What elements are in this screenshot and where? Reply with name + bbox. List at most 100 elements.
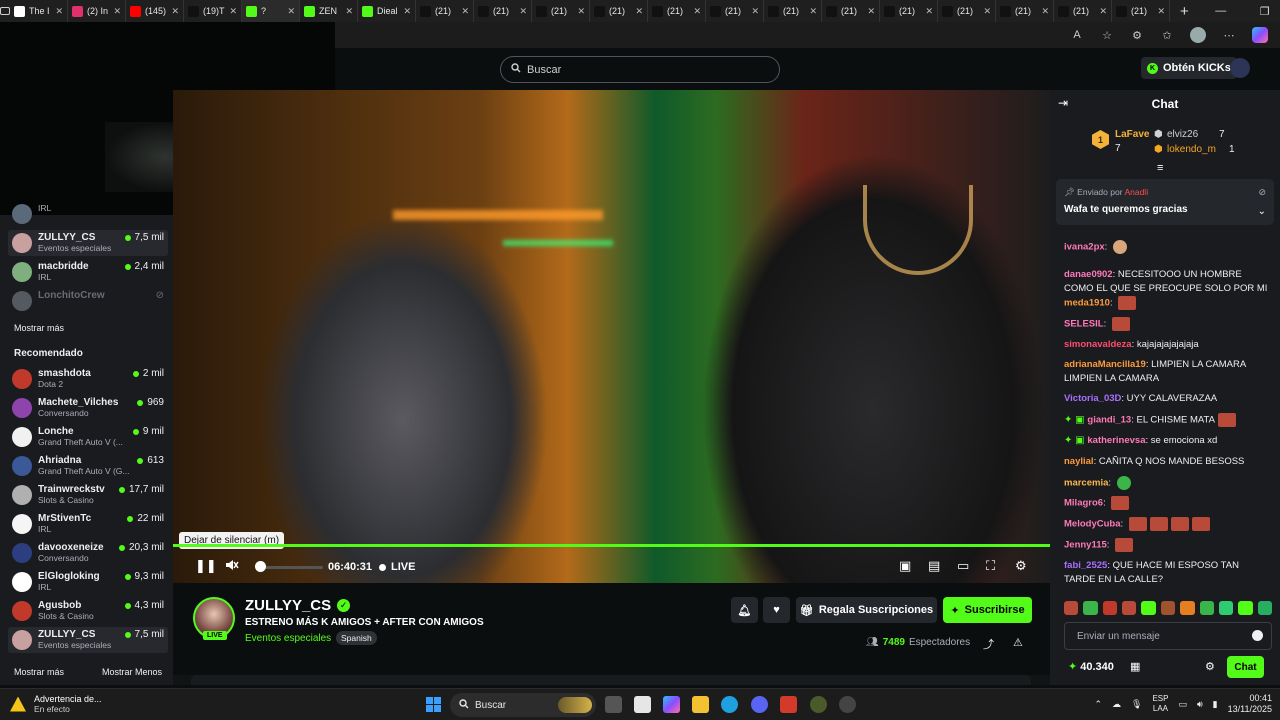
profile-icon[interactable] [1190,27,1206,43]
chat-username[interactable]: naylial [1064,456,1094,467]
browser-tab[interactable]: (21) ✕ [938,0,996,22]
chevron-down-icon[interactable]: ⌄ [1258,206,1266,217]
close-tab-icon[interactable]: ✕ [693,6,701,17]
fullscreen-icon[interactable]: ⛶ [986,558,995,574]
pinned-message[interactable]: 📌︎ Enviado por Anadli ⊘ Wafa te queremos… [1056,179,1274,225]
copilot-app-icon[interactable] [663,696,680,713]
emote-icon[interactable] [1257,601,1272,615]
muted-volume-icon[interactable] [225,558,239,575]
browser-tab[interactable]: (21) ✕ [996,0,1054,22]
sidebar-channel-item[interactable]: MrStivenTc IRL 22 mil [8,511,168,537]
file-explorer-icon[interactable] [692,696,709,713]
emote-icon[interactable] [1160,601,1176,615]
subscribe-button[interactable]: ✦ Suscribirse [943,597,1032,623]
minimize-icon[interactable]: — [1199,5,1243,18]
sidebar-channel-item[interactable]: ElGlogloking IRL 9,3 mil [8,569,168,595]
close-tab-icon[interactable]: ✕ [1157,6,1165,17]
browser-tab[interactable]: (21) ✕ [880,0,938,22]
chat-username[interactable]: marcemia [1064,478,1108,489]
app-icon[interactable] [780,696,797,713]
browser-tab[interactable]: (21) ✕ [474,0,532,22]
emote-icon[interactable] [1122,601,1137,615]
maximize-icon[interactable]: ❐ [1243,5,1280,18]
search-input[interactable]: Buscar [500,56,780,83]
sidebar-channel-item[interactable]: Agusbob Slots & Casino 4,3 mil [8,598,168,624]
edge-browser-icon[interactable] [721,696,738,713]
close-tab-icon[interactable]: ✕ [461,6,469,17]
browser-tab[interactable]: The I ✕ [10,0,68,22]
close-tab-icon[interactable]: ✕ [287,6,295,17]
sidebar-channel-item[interactable]: ZULLYY_CS Eventos especiales 7,5 mil [8,230,168,256]
close-tab-icon[interactable]: ✕ [1041,6,1049,17]
settings-gear-icon[interactable]: ⚙ [1015,558,1027,574]
new-tab-button[interactable]: + [1170,3,1199,20]
browser-tab[interactable]: (21) ✕ [1112,0,1170,22]
sidebar-channel-item[interactable]: davooxeneize Conversando 20,3 mil [8,540,168,566]
emote-icon[interactable] [1180,601,1195,615]
video-player[interactable]: Dejar de silenciar (m) ❚❚ 06:40:31 LIVE … [173,90,1050,583]
emote-icon[interactable] [1083,601,1098,615]
cloud-icon[interactable]: ☁ [1112,699,1121,710]
copilot-icon[interactable] [1252,27,1268,43]
chat-username[interactable]: Milagro6 [1064,498,1103,509]
close-tab-icon[interactable]: ✕ [229,6,237,17]
browser-tab[interactable]: Dieal ✕ [358,0,416,22]
close-tab-icon[interactable]: ✕ [809,6,817,17]
emoji-picker-icon[interactable] [1252,630,1263,641]
chat-username[interactable]: simonavaldeza [1064,339,1132,350]
store-app-icon[interactable] [634,696,651,713]
chat-username[interactable]: adrianaMancilla19 [1064,359,1146,370]
browser-tab[interactable]: (21) ✕ [590,0,648,22]
emote-icon[interactable] [1064,601,1079,615]
close-tab-icon[interactable]: ✕ [983,6,991,17]
expand-leaderboard-icon[interactable]: ≡ [1157,162,1163,174]
sidebar-channel-item[interactable]: LonchitoCrew ⊘ [8,288,168,314]
chat-send-button[interactable]: Chat [1227,656,1264,678]
browser-tab[interactable]: (21) ✕ [764,0,822,22]
emote-icon[interactable] [1199,601,1214,615]
language-tag[interactable]: Spanish [336,631,377,645]
sidebar-channel-item[interactable]: smashdota Dota 2 2 mil [8,366,168,392]
close-tab-icon[interactable]: ✕ [403,6,411,17]
tab-actions-icon[interactable] [0,0,10,22]
browser-tab[interactable]: (21) ✕ [648,0,706,22]
report-warning-icon[interactable]: ⚠ [1013,636,1023,649]
chat-username[interactable]: MelodyCuba [1064,519,1120,530]
discord-icon[interactable] [751,696,768,713]
browser-tab[interactable]: (21) ✕ [706,0,764,22]
browser-tab[interactable]: (2) In ✕ [68,0,126,22]
sidebar-channel-item[interactable]: Machete_Vilches Conversando 969 [8,395,168,421]
task-view-icon[interactable] [605,696,622,713]
emote-icon[interactable] [1238,601,1253,615]
battery-icon[interactable]: ▮ [1213,699,1218,710]
browser-tab[interactable]: (21) ✕ [532,0,590,22]
share-icon[interactable]: ⤴ [983,636,994,652]
network-icon[interactable]: ▭ [1178,699,1187,710]
unpin-icon[interactable]: ⊘ [1258,187,1266,198]
chat-username[interactable]: katherinevsa [1087,435,1145,446]
store-icon[interactable]: ▦ [1130,660,1140,673]
leaderboard-user[interactable]: LaFave [1115,129,1149,140]
sidebar-channel-item[interactable]: macbridde IRL 2,4 mil [8,259,168,285]
clip-icon[interactable]: ▤ [928,558,940,574]
leaderboard-user[interactable]: lokendo_m [1167,144,1216,155]
read-aloud-icon[interactable]: A [1070,29,1084,41]
close-tab-icon[interactable]: ✕ [577,6,585,17]
sidebar-channel-item[interactable]: IRL [8,201,168,227]
show-hidden-icons-icon[interactable]: ⌃ [1094,699,1102,710]
chat-username[interactable]: danae0902 [1064,269,1113,280]
close-tab-icon[interactable]: ✕ [55,6,63,17]
input-language[interactable]: ESP LAA [1152,694,1168,714]
browser-tab[interactable]: (145) ✕ [126,0,184,22]
stream-category[interactable]: Eventos especiales [245,633,331,644]
chat-username[interactable]: giandi_13 [1087,415,1131,426]
chat-message-input[interactable]: Enviar un mensaje [1064,622,1272,650]
sidebar-channel-item[interactable]: ZULLYY_CS Eventos especiales 7,5 mil [8,627,168,653]
gift-subscriptions-button[interactable]: 🎁︎ Regala Suscripciones [796,597,937,623]
close-tab-icon[interactable]: ✕ [925,6,933,17]
user-avatar[interactable] [1230,58,1250,78]
chat-username[interactable]: meda1910 [1064,298,1110,309]
chat-settings-gear-icon[interactable]: ⚙ [1205,660,1215,673]
emote-icon[interactable] [1102,601,1118,615]
warning-widget[interactable]: Advertencia de... En efecto [10,694,102,714]
